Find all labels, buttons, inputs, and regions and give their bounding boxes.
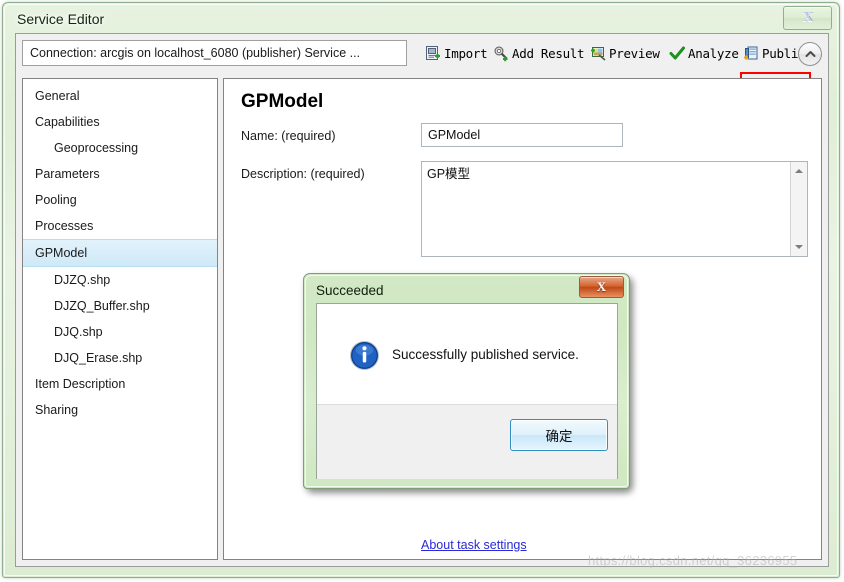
page-title: GPModel xyxy=(241,91,324,112)
sidebar-item-label: DJZQ_Buffer.shp xyxy=(54,299,150,313)
sidebar-item-pooling[interactable]: Pooling xyxy=(23,187,217,213)
triangle-down-icon xyxy=(795,245,803,249)
add-result-button[interactable]: Add Result xyxy=(493,41,585,65)
sidebar-item-djzq-shp[interactable]: DJZQ.shp xyxy=(23,267,217,293)
scroll-down-button[interactable] xyxy=(791,239,807,255)
window-titlebar: Service Editor X xyxy=(3,3,841,35)
about-task-settings-link[interactable]: About task settings xyxy=(421,538,527,552)
window-close-button[interactable]: X xyxy=(783,6,832,30)
sidebar-item-gpmodel[interactable]: GPModel xyxy=(23,239,217,267)
add-result-label: Add Result xyxy=(512,45,585,61)
description-textarea-wrapper[interactable]: GP模型 xyxy=(421,161,808,257)
publish-icon xyxy=(744,46,758,59)
description-text[interactable]: GP模型 xyxy=(427,166,787,182)
scroll-up-button[interactable] xyxy=(791,163,807,179)
import-label: Import xyxy=(444,45,488,61)
settings-tree-panel: General Capabilities Geoprocessing Paramete… xyxy=(22,78,218,560)
sidebar-item-djq-shp[interactable]: DJQ.shp xyxy=(23,319,217,345)
sidebar-item-processes[interactable]: Processes xyxy=(23,213,217,239)
window-title: Service Editor xyxy=(17,11,105,27)
analyze-label: Analyze xyxy=(688,45,739,61)
dialog-footer: 确定 xyxy=(317,404,617,479)
dialog-body: Successfully published service. 确定 xyxy=(316,303,618,479)
dialog-message: Successfully published service. xyxy=(392,347,579,362)
sidebar-item-label: DJZQ.shp xyxy=(54,273,111,287)
sidebar-item-label: Capabilities xyxy=(35,115,100,129)
triangle-up-icon xyxy=(795,169,803,173)
info-icon xyxy=(349,340,380,371)
sidebar-item-capabilities[interactable]: Capabilities xyxy=(23,109,217,135)
sidebar-item-label: General xyxy=(35,89,80,103)
chevron-up-icon xyxy=(805,51,815,57)
description-field-label: Description: (required) xyxy=(241,167,365,181)
screenshot-root: Service Editor X Connection: arcgis on l… xyxy=(0,0,844,582)
sidebar-item-general[interactable]: General xyxy=(23,83,217,109)
sidebar-item-djzq-buffer-shp[interactable]: DJZQ_Buffer.shp xyxy=(23,293,217,319)
succeeded-dialog: Succeeded X Successfully published servi… xyxy=(303,273,630,489)
sidebar-item-label: Pooling xyxy=(35,193,77,207)
name-field-label: Name: (required) xyxy=(241,129,336,143)
analyze-icon xyxy=(669,46,685,59)
analyze-button[interactable]: Analyze xyxy=(669,41,739,65)
dialog-title: Succeeded xyxy=(316,283,384,298)
preview-icon xyxy=(591,46,606,61)
sidebar-item-label: Parameters xyxy=(35,167,100,181)
sidebar-item-item-description[interactable]: Item Description xyxy=(23,371,217,397)
dialog-ok-button[interactable]: 确定 xyxy=(510,419,608,451)
preview-label: Preview xyxy=(609,45,660,61)
preview-button[interactable]: Preview xyxy=(590,41,660,65)
description-scrollbar[interactable] xyxy=(790,162,807,256)
sidebar-item-label: Sharing xyxy=(35,403,79,417)
close-icon: X xyxy=(802,10,813,25)
sidebar-item-label: Item Description xyxy=(35,377,126,391)
connection-field[interactable]: Connection: arcgis on localhost_6080 (pu… xyxy=(22,40,407,66)
collapse-toolbar-button[interactable] xyxy=(798,42,822,66)
dialog-close-button[interactable]: X xyxy=(579,276,624,298)
settings-tree: General Capabilities Geoprocessing Paramete… xyxy=(23,83,217,423)
sidebar-item-parameters[interactable]: Parameters xyxy=(23,161,217,187)
sidebar-item-label: Geoprocessing xyxy=(54,141,139,155)
close-icon: X xyxy=(596,279,607,294)
sidebar-item-geoprocessing[interactable]: Geoprocessing xyxy=(23,135,217,161)
toolbar: Connection: arcgis on localhost_6080 (pu… xyxy=(16,34,828,72)
dialog-message-area: Successfully published service. xyxy=(317,304,617,404)
add-result-icon xyxy=(494,46,508,61)
sidebar-item-label: Processes xyxy=(35,219,94,233)
sidebar-item-label: DJQ_Erase.shp xyxy=(54,351,143,365)
sidebar-item-djq-erase-shp[interactable]: DJQ_Erase.shp xyxy=(23,345,217,371)
sidebar-item-label: DJQ.shp xyxy=(54,325,103,339)
sidebar-item-sharing[interactable]: Sharing xyxy=(23,397,217,423)
import-button[interactable]: Import xyxy=(425,41,488,65)
name-input[interactable] xyxy=(421,123,623,147)
sidebar-item-label: GPModel xyxy=(35,246,88,260)
import-icon xyxy=(426,45,440,60)
